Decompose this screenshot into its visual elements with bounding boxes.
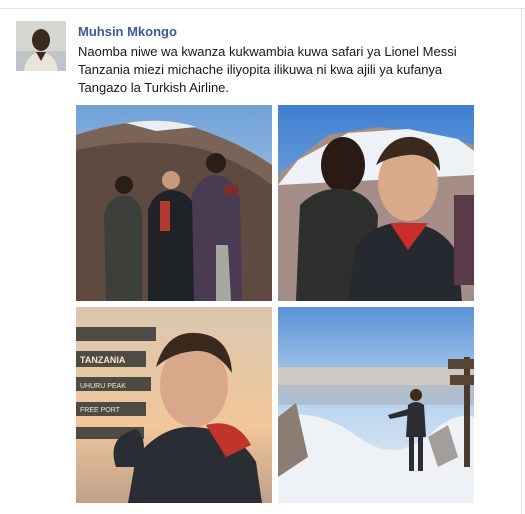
feed-post: Muhsin Mkongo Naomba niwe wa kwanza kukw… [0, 0, 525, 514]
sign-port: FREE PORT [80, 407, 121, 414]
author-name-link[interactable]: Muhsin Mkongo [78, 24, 177, 39]
post-photo-4[interactable] [278, 307, 474, 503]
post-message: Naomba niwe wa kwanza kukwambia kuwa saf… [78, 44, 457, 95]
sign-tanzania: TANZANIA [80, 355, 126, 365]
post-photo-2[interactable] [278, 105, 474, 301]
photo-grid: TANZANIA UHURU PEAK FREE PORT [76, 105, 475, 503]
post-photo-3[interactable]: TANZANIA UHURU PEAK FREE PORT [76, 307, 272, 503]
sign-peak: UHURU PEAK [80, 383, 126, 390]
author-avatar[interactable] [16, 21, 66, 71]
post-divider [0, 8, 525, 9]
post-photo-1[interactable] [76, 105, 272, 301]
post-border [521, 8, 522, 514]
